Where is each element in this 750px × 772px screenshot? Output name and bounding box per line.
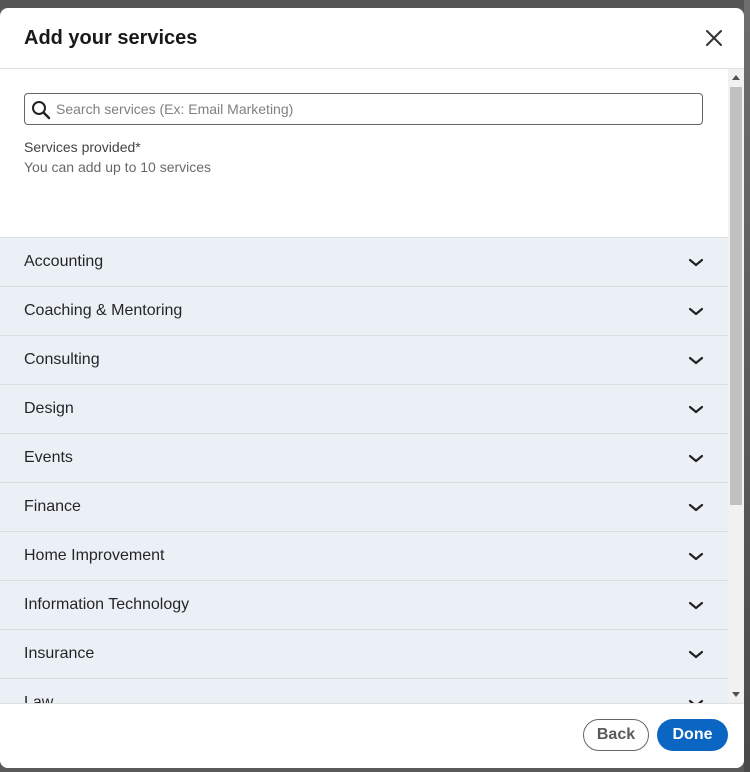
- add-services-modal: Add your services Services provided* You…: [0, 8, 744, 768]
- search-icon: [32, 101, 51, 120]
- chevron-down-icon: [688, 552, 704, 561]
- modal-header: Add your services: [0, 8, 744, 69]
- category-label: Events: [24, 449, 73, 466]
- category-label: Insurance: [24, 645, 95, 662]
- chevron-down-icon: [688, 699, 704, 703]
- chevron-down-icon: [688, 601, 704, 610]
- category-label: Design: [24, 400, 74, 417]
- scrollbar[interactable]: [728, 69, 744, 703]
- category-item[interactable]: Design: [0, 385, 728, 434]
- services-label: Services provided*: [24, 139, 141, 155]
- category-label: Home Improvement: [24, 547, 165, 564]
- chevron-down-icon: [688, 307, 704, 316]
- search-input[interactable]: [56, 94, 696, 124]
- scroll-down-arrow[interactable]: [732, 692, 740, 697]
- chevron-down-icon: [688, 650, 704, 659]
- category-label: Finance: [24, 498, 81, 515]
- chevron-down-icon: [688, 454, 704, 463]
- chevron-down-icon: [688, 356, 704, 365]
- category-label: Consulting: [24, 351, 100, 368]
- backdrop-page: [0, 0, 750, 8]
- category-item[interactable]: Accounting: [0, 238, 728, 287]
- chevron-down-icon: [688, 503, 704, 512]
- scroll-up-arrow[interactable]: [732, 75, 740, 80]
- close-icon: [706, 30, 722, 46]
- modal-footer: Back Done: [0, 703, 744, 768]
- category-item[interactable]: Finance: [0, 483, 728, 532]
- category-list: Accounting Coaching & Mentoring Consulting…: [0, 237, 728, 703]
- category-item[interactable]: Law: [0, 679, 728, 703]
- services-label-block: Services provided* You can add up to 10 …: [0, 125, 728, 237]
- category-item[interactable]: Insurance: [0, 630, 728, 679]
- category-item[interactable]: Coaching & Mentoring: [0, 287, 728, 336]
- chevron-down-icon: [688, 405, 704, 414]
- done-button[interactable]: Done: [657, 719, 728, 751]
- modal-body: Services provided* You can add up to 10 …: [0, 69, 744, 703]
- backdrop-page-edge: [744, 0, 750, 772]
- category-label: Coaching & Mentoring: [24, 302, 183, 319]
- search-box: [24, 93, 703, 125]
- services-hint: You can add up to 10 services: [24, 159, 212, 175]
- back-button[interactable]: Back: [583, 719, 649, 751]
- category-item[interactable]: Information Technology: [0, 581, 728, 630]
- chevron-down-icon: [688, 258, 704, 267]
- category-item[interactable]: Consulting: [0, 336, 728, 385]
- category-label: Information Technology: [24, 596, 190, 613]
- category-item[interactable]: Home Improvement: [0, 532, 728, 581]
- category-label: Accounting: [24, 253, 104, 270]
- close-button[interactable]: [698, 22, 730, 54]
- modal-title: Add your services: [24, 27, 198, 49]
- scroll-thumb[interactable]: [730, 87, 742, 505]
- category-item[interactable]: Events: [0, 434, 728, 483]
- category-label: Law: [24, 694, 54, 703]
